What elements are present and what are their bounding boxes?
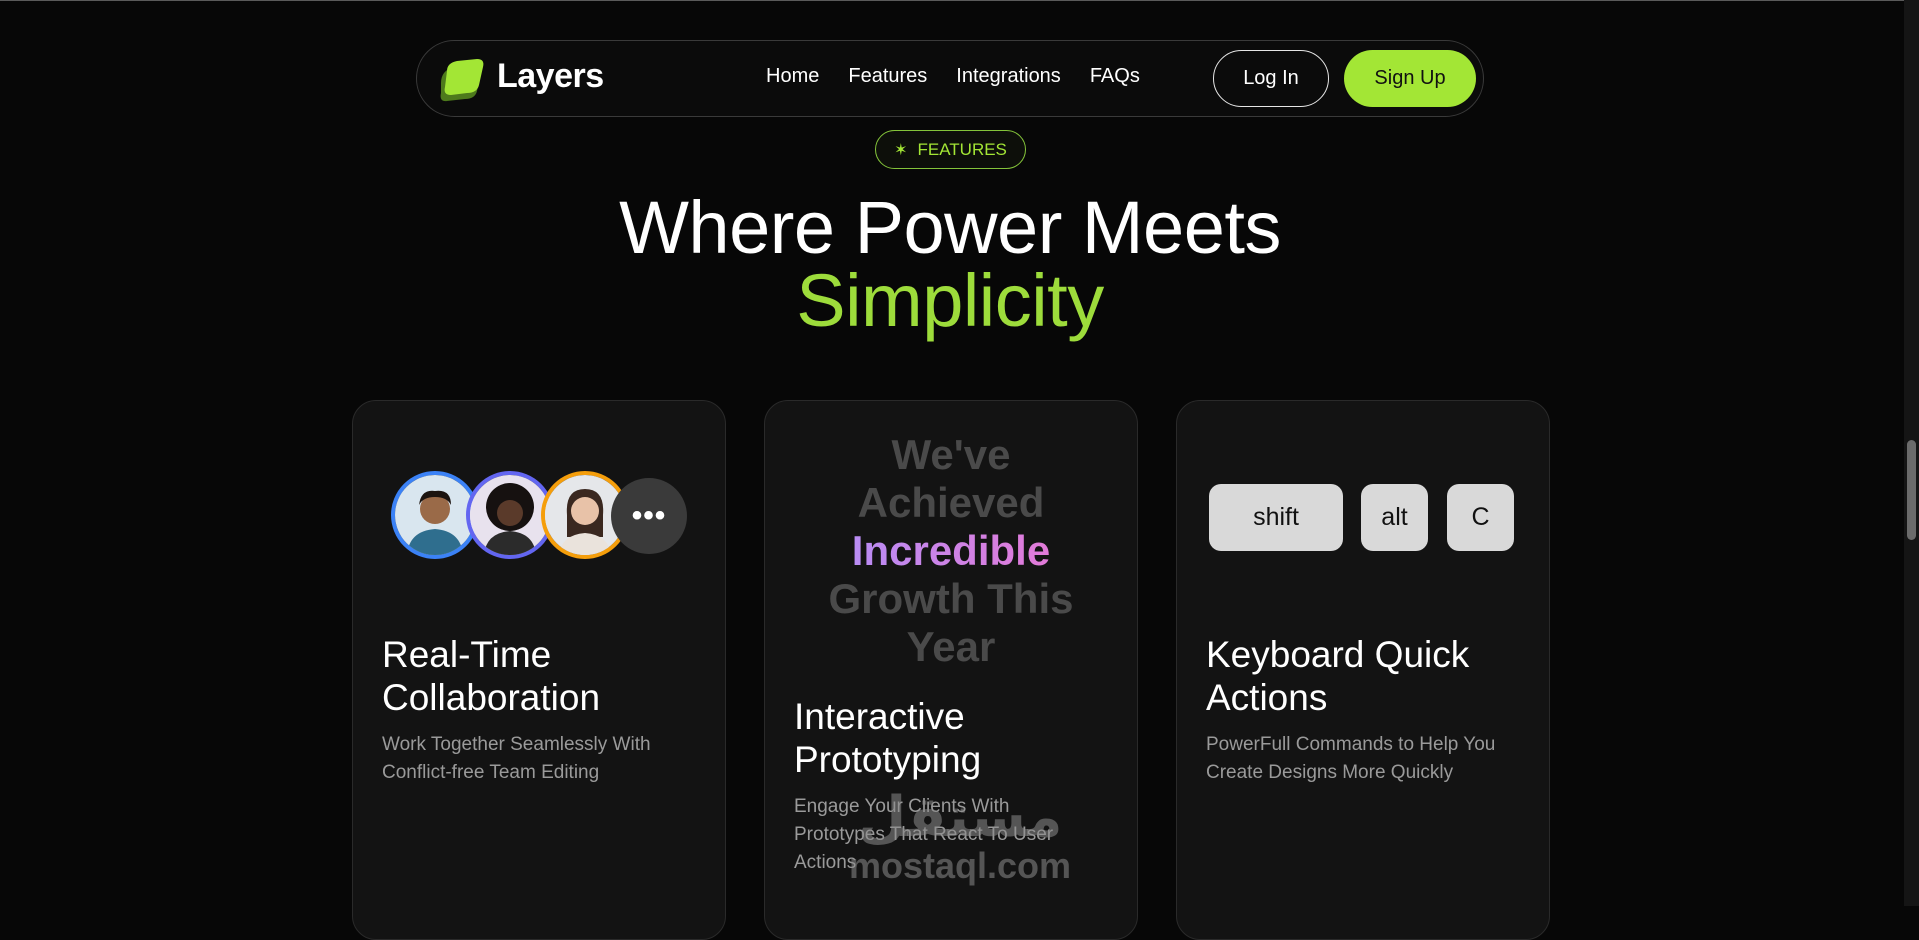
card-description: Work Together Seamlessly With Conflict-f… [382,731,651,787]
feature-card-keyboard: shift alt C Keyboard Quick Actions Power… [1176,400,1550,940]
scrollbar[interactable] [1904,0,1919,906]
avatar-group: ••• [391,471,691,571]
shift-key: shift [1209,484,1343,551]
card-description: PowerFull Commands to Help You Create De… [1206,731,1495,787]
navbar: Layers Home Features Integrations FAQs L… [416,40,1484,117]
growth-line: Achieved [857,479,1045,526]
nav-links: Home Features Integrations FAQs [766,65,1140,88]
card-title-line: Prototyping [794,739,982,780]
signup-button[interactable]: Sign Up [1344,50,1476,107]
watermark: مستقل mostaql.com [840,790,1080,886]
card-title-line: Actions [1206,677,1328,718]
nav-integrations-link[interactable]: Integrations [956,65,1061,88]
card-title-line: Real-Time [382,634,552,675]
card-description-line: Create Designs More Quickly [1206,762,1454,783]
nav-features-link[interactable]: Features [848,65,927,88]
growth-line: We've [891,431,1011,478]
growth-highlight: Incredible [851,527,1051,574]
features-badge: ✶ FEATURES [875,130,1026,169]
card-title: Keyboard Quick Actions [1206,633,1469,719]
card-description-line: PowerFull Commands to Help You [1206,734,1496,755]
alt-key: alt [1361,484,1428,551]
brand-name[interactable]: Layers [497,57,604,96]
section-heading-accent: Simplicity [796,259,1104,342]
top-border [0,0,1919,1]
feature-card-collaboration: ••• Real-Time Collaboration Work Togethe… [352,400,726,940]
watermark-latin: mostaql.com [848,845,1072,886]
card-description-line: Conflict-free Team Editing [382,762,600,783]
scrollbar-thumb[interactable] [1907,440,1916,540]
section-heading: Where Power Meets [619,186,1281,269]
c-key: C [1447,484,1514,551]
growth-statement: We've Achieved Incredible Growth This Ye… [765,431,1137,671]
card-description-line: Work Together Seamlessly With [382,734,651,755]
features-badge-label: FEATURES [917,139,1007,159]
asterisk-icon: ✶ [894,141,908,159]
card-title-line: Collaboration [382,677,601,718]
growth-line: Growth This [828,575,1074,622]
layers-logo-icon[interactable] [435,53,489,107]
nav-faqs-link[interactable]: FAQs [1090,65,1140,88]
nav-home-link[interactable]: Home [766,65,819,88]
card-title-line: Interactive [794,696,965,737]
card-title: Interactive Prototyping [794,695,981,781]
card-title-line: Keyboard Quick [1206,634,1470,675]
card-title: Real-Time Collaboration [382,633,600,719]
login-button[interactable]: Log In [1213,50,1329,107]
more-avatars-icon[interactable]: ••• [611,478,687,554]
watermark-arabic: مستقل [857,785,1063,850]
growth-line: Year [906,623,996,670]
